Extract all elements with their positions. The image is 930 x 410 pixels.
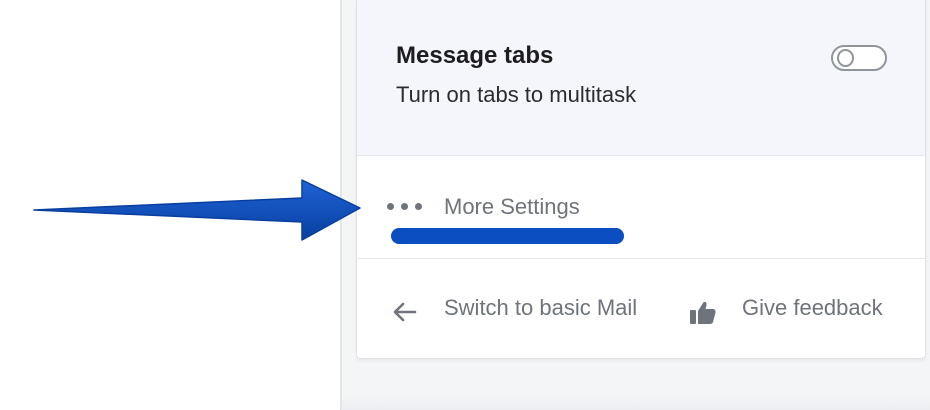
message-tabs-title: Message tabs	[396, 42, 554, 69]
thumbs-up-icon	[690, 301, 716, 324]
switch-to-basic-mail-link[interactable]: Switch to basic Mail	[391, 295, 671, 327]
bottom-shadow-strip	[342, 396, 930, 410]
toggle-knob	[837, 49, 854, 67]
more-settings-button[interactable]: More Settings	[357, 156, 925, 259]
more-dots-icon	[387, 203, 427, 213]
settings-panel: Message tabs Turn on tabs to multitask M…	[356, 0, 926, 359]
give-feedback-link[interactable]: Give feedback	[689, 295, 904, 327]
switch-to-basic-mail-label: Switch to basic Mail	[444, 295, 638, 320]
more-settings-label: More Settings	[444, 194, 580, 219]
highlight-underline	[391, 228, 624, 244]
message-tabs-toggle[interactable]	[831, 45, 887, 71]
arrow-left-icon	[393, 302, 417, 322]
message-tabs-section: Message tabs Turn on tabs to multitask	[357, 0, 925, 156]
settings-footer: Switch to basic Mail Give feedback	[357, 259, 925, 359]
give-feedback-label: Give feedback	[742, 295, 883, 320]
left-content-area	[0, 0, 340, 410]
message-tabs-description: Turn on tabs to multitask	[396, 82, 637, 107]
